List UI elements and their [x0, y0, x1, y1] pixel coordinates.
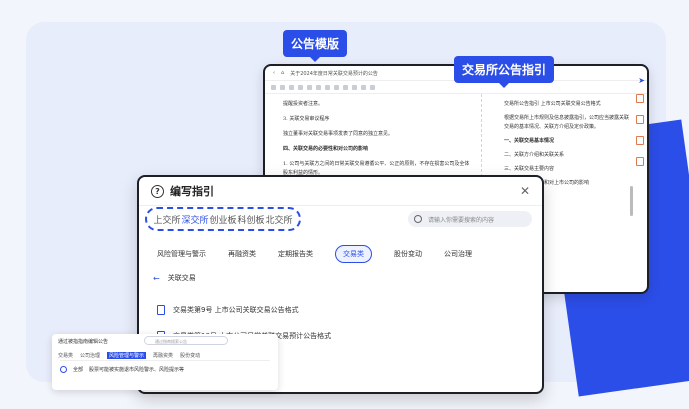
dialog-title: 编写指引 [170, 185, 214, 198]
toolbar-icon[interactable] [298, 84, 303, 90]
scrollbar[interactable] [630, 186, 633, 216]
exchange-tab-chinext[interactable]: 创业板 [209, 213, 236, 226]
toolbar-icon[interactable] [289, 84, 294, 90]
toolbar-icon[interactable] [370, 84, 375, 90]
search-icon [414, 215, 422, 223]
doc-heading: 四、关联交易的必要性和对公司的影响 [283, 146, 369, 152]
toolbar-icon[interactable] [361, 84, 366, 90]
back-arrow-icon[interactable]: ← [153, 274, 160, 283]
doc-paragraph: 独立董事对关联交易事项发表了同意的独立意见。 [283, 131, 394, 137]
mini-tabs: 交易类 公司治理 风险管理与警示 再融资类 股份变动 [58, 352, 200, 359]
toolbar-icon[interactable] [334, 84, 339, 90]
mini-title: 通过被指指南编辑公告 [58, 339, 109, 345]
document-icon[interactable] [636, 157, 644, 166]
category-tab[interactable]: 再融资类 [228, 249, 256, 259]
toolbar-icon[interactable] [271, 84, 276, 90]
document-icon[interactable] [636, 115, 644, 124]
mini-tab-active[interactable]: 风险管理与警示 [107, 352, 147, 359]
doc-title: 关于2024年度日常关联交易预计的公告 [290, 70, 378, 77]
doc-paragraph: 二、关联方介绍和关联关系 [504, 152, 565, 158]
mini-row-prefix: 全部 [73, 367, 84, 373]
dialog-header: ? 编写指引 ✕ [139, 177, 542, 206]
toolbar-icon[interactable] [307, 84, 312, 90]
mini-guide-window: 通过被指指南编辑公告 通过指南搜索公告 交易类 公司治理 风险管理与警示 再融资… [52, 334, 278, 390]
exchange-tab-sse[interactable]: 上交所 [153, 213, 180, 226]
back-nav[interactable]: ← 关联交易 [153, 273, 196, 283]
template-callout: 公告模版 [283, 30, 348, 62]
toolbar-icon[interactable] [316, 84, 321, 90]
doc-toolbar [265, 81, 647, 94]
list-item[interactable]: 交易类第9号 上市公司关联交易公告格式 [157, 297, 532, 323]
doc-paragraph: 提醒投资者注意。 [283, 101, 324, 107]
doc-paragraph: 三、关联交易主要内容 [504, 166, 555, 172]
mini-search-input[interactable]: 通过指南搜索公告 [144, 336, 228, 345]
mini-row-text: 股票可能被实施退市风险警示、风险提示等 [89, 367, 185, 373]
mini-list-row[interactable]: 全部 股票可能被实施退市风险警示、风险提示等 [60, 366, 184, 373]
home-icon[interactable]: ⌂ [281, 70, 284, 76]
doc-heading: 一、关联交易基本情况 [504, 138, 555, 144]
exchange-guide-callout: 交易所公告指引 [454, 56, 555, 88]
exchange-tab-bse[interactable]: 北交所 [265, 213, 292, 226]
toolbar-icon[interactable] [343, 84, 348, 90]
category-tab-active[interactable]: 交易类 [335, 245, 372, 263]
search-placeholder: 请输入你需要搜索的内容 [428, 216, 495, 224]
document-icon[interactable] [636, 94, 644, 103]
exchange-tab-szse[interactable]: 深交所 [181, 213, 208, 226]
exchange-selector: 上交所 深交所 创业板 科创板 北交所 [145, 207, 301, 231]
section-title: 关联交易 [167, 274, 196, 282]
divider [60, 360, 270, 361]
doc-paragraph: 3. 关联交易审议程序 [283, 116, 330, 122]
close-icon[interactable]: ✕ [520, 184, 530, 198]
file-icon [157, 305, 165, 315]
toolbar-icon[interactable] [280, 84, 285, 90]
mini-tab[interactable]: 公司治理 [80, 352, 100, 359]
search-input[interactable]: 请输入你需要搜索的内容 [408, 211, 532, 227]
back-icon[interactable]: ‹ [273, 70, 275, 76]
category-tab[interactable]: 定期报告类 [278, 249, 313, 259]
mini-tab[interactable]: 股份变动 [180, 352, 200, 359]
category-tab[interactable]: 公司治理 [444, 249, 472, 259]
right-sidebar [635, 94, 645, 166]
category-tab[interactable]: 股份变动 [394, 249, 422, 259]
exchange-tab-star[interactable]: 科创板 [237, 213, 264, 226]
category-tabs: 风险管理与警示 再融资类 定期报告类 交易类 股份变动 公司治理 [157, 245, 472, 263]
toolbar-icon[interactable] [352, 84, 357, 90]
doc-right-header: 交易所公告指引 上市公司关联交易公告格式 [504, 101, 601, 107]
help-icon: ? [151, 184, 164, 198]
document-icon[interactable] [636, 136, 644, 145]
mini-tab[interactable]: 交易类 [58, 352, 73, 359]
list-item-label: 交易类第9号 上市公司关联交易公告格式 [173, 306, 299, 314]
info-icon [60, 366, 67, 373]
send-arrow-icon[interactable]: ➤ [638, 76, 645, 85]
doc-paragraph: 根据交易所上市规则及信息披露指引，公司应当披露关联交易的基本情况、关联方介绍及定… [504, 115, 630, 130]
category-tab[interactable]: 风险管理与警示 [157, 249, 206, 259]
mini-tab[interactable]: 再融资类 [153, 352, 173, 359]
toolbar-icon[interactable] [325, 84, 330, 90]
